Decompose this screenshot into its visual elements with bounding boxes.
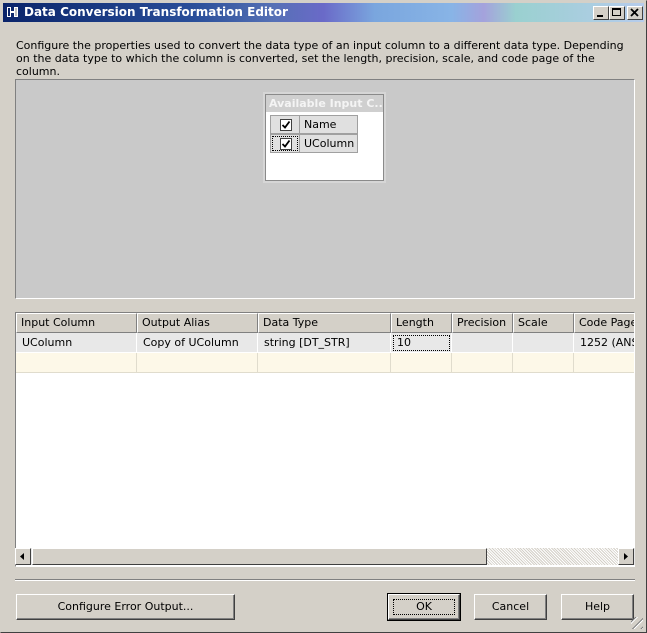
cell-data-type[interactable]: string [DT_STR] (258, 333, 391, 353)
ucolumn-name: UColumn (300, 134, 358, 153)
scroll-track[interactable] (487, 548, 618, 565)
cell-code-page[interactable]: 1252 (ANSI - Latin I) (574, 333, 634, 353)
col-header-output-alias[interactable]: Output Alias (137, 313, 258, 333)
col-header-precision[interactable]: Precision (452, 313, 513, 333)
window-title: Data Conversion Transformation Editor (24, 5, 288, 19)
ucolumn-check-cell (270, 134, 300, 153)
minimize-button[interactable] (593, 6, 609, 20)
new-row[interactable] (16, 353, 634, 373)
available-input-columns-box[interactable]: Available Input C... Name UColumn (263, 92, 386, 183)
minimize-icon (597, 15, 603, 17)
ok-button[interactable]: OK (387, 593, 461, 621)
focus-rect (393, 599, 455, 615)
name-column-header[interactable]: Name (300, 115, 358, 134)
new-cell[interactable] (137, 353, 258, 373)
scroll-left-button[interactable] (15, 548, 31, 565)
select-all-checkbox[interactable] (280, 119, 292, 131)
scroll-thumb[interactable] (32, 548, 487, 565)
help-button[interactable]: Help (561, 594, 634, 620)
maximize-icon (612, 8, 621, 16)
dialog-window: Data Conversion Transformation Editor Co… (0, 0, 647, 633)
ucolumn-checkbox[interactable] (280, 138, 292, 150)
new-cell[interactable] (391, 353, 452, 373)
input-box-title: Available Input C... (266, 95, 383, 112)
title-bar[interactable]: Data Conversion Transformation Editor (3, 3, 644, 22)
cell-input-column[interactable]: UColumn (16, 333, 137, 353)
resize-grip-icon[interactable] (631, 617, 643, 629)
cell-precision[interactable] (452, 333, 513, 353)
conversion-grid: Input Column Output Alias Data Type Leng… (15, 312, 635, 567)
col-header-length[interactable]: Length (391, 313, 452, 333)
checkmark-icon (281, 120, 291, 129)
col-header-input-column[interactable]: Input Column (16, 313, 137, 333)
new-cell[interactable] (574, 353, 634, 373)
scroll-right-button[interactable] (618, 548, 634, 565)
new-cell[interactable] (258, 353, 391, 373)
arrow-right-icon (624, 553, 628, 560)
col-header-data-type[interactable]: Data Type (258, 313, 391, 333)
divider (15, 579, 635, 581)
configure-error-output-button[interactable]: Configure Error Output... (16, 594, 235, 620)
description-text: Configure the properties used to convert… (16, 39, 624, 78)
cell-scale[interactable] (513, 333, 574, 353)
cell-output-alias[interactable]: Copy of UColumn (137, 333, 258, 353)
table-row[interactable]: UColumn Copy of UColumn string [DT_STR] … (16, 333, 634, 353)
new-cell[interactable] (16, 353, 137, 373)
data-conversion-icon (7, 7, 18, 17)
horizontal-scrollbar[interactable] (15, 548, 635, 565)
cancel-button[interactable]: Cancel (474, 594, 547, 620)
checkmark-icon (281, 139, 291, 148)
close-button[interactable] (627, 6, 643, 20)
new-cell[interactable] (452, 353, 513, 373)
cell-length[interactable]: 10 (391, 333, 452, 353)
input-columns-panel: Available Input C... Name UColumn (15, 79, 635, 299)
new-cell[interactable] (513, 353, 574, 373)
arrow-left-icon (20, 553, 24, 560)
col-header-code-page[interactable]: Code Page (574, 313, 634, 333)
maximize-button[interactable] (609, 6, 625, 20)
grid-header: Input Column Output Alias Data Type Leng… (16, 313, 634, 333)
select-all-cell (270, 115, 300, 134)
col-header-scale[interactable]: Scale (513, 313, 574, 333)
close-icon (630, 8, 639, 17)
